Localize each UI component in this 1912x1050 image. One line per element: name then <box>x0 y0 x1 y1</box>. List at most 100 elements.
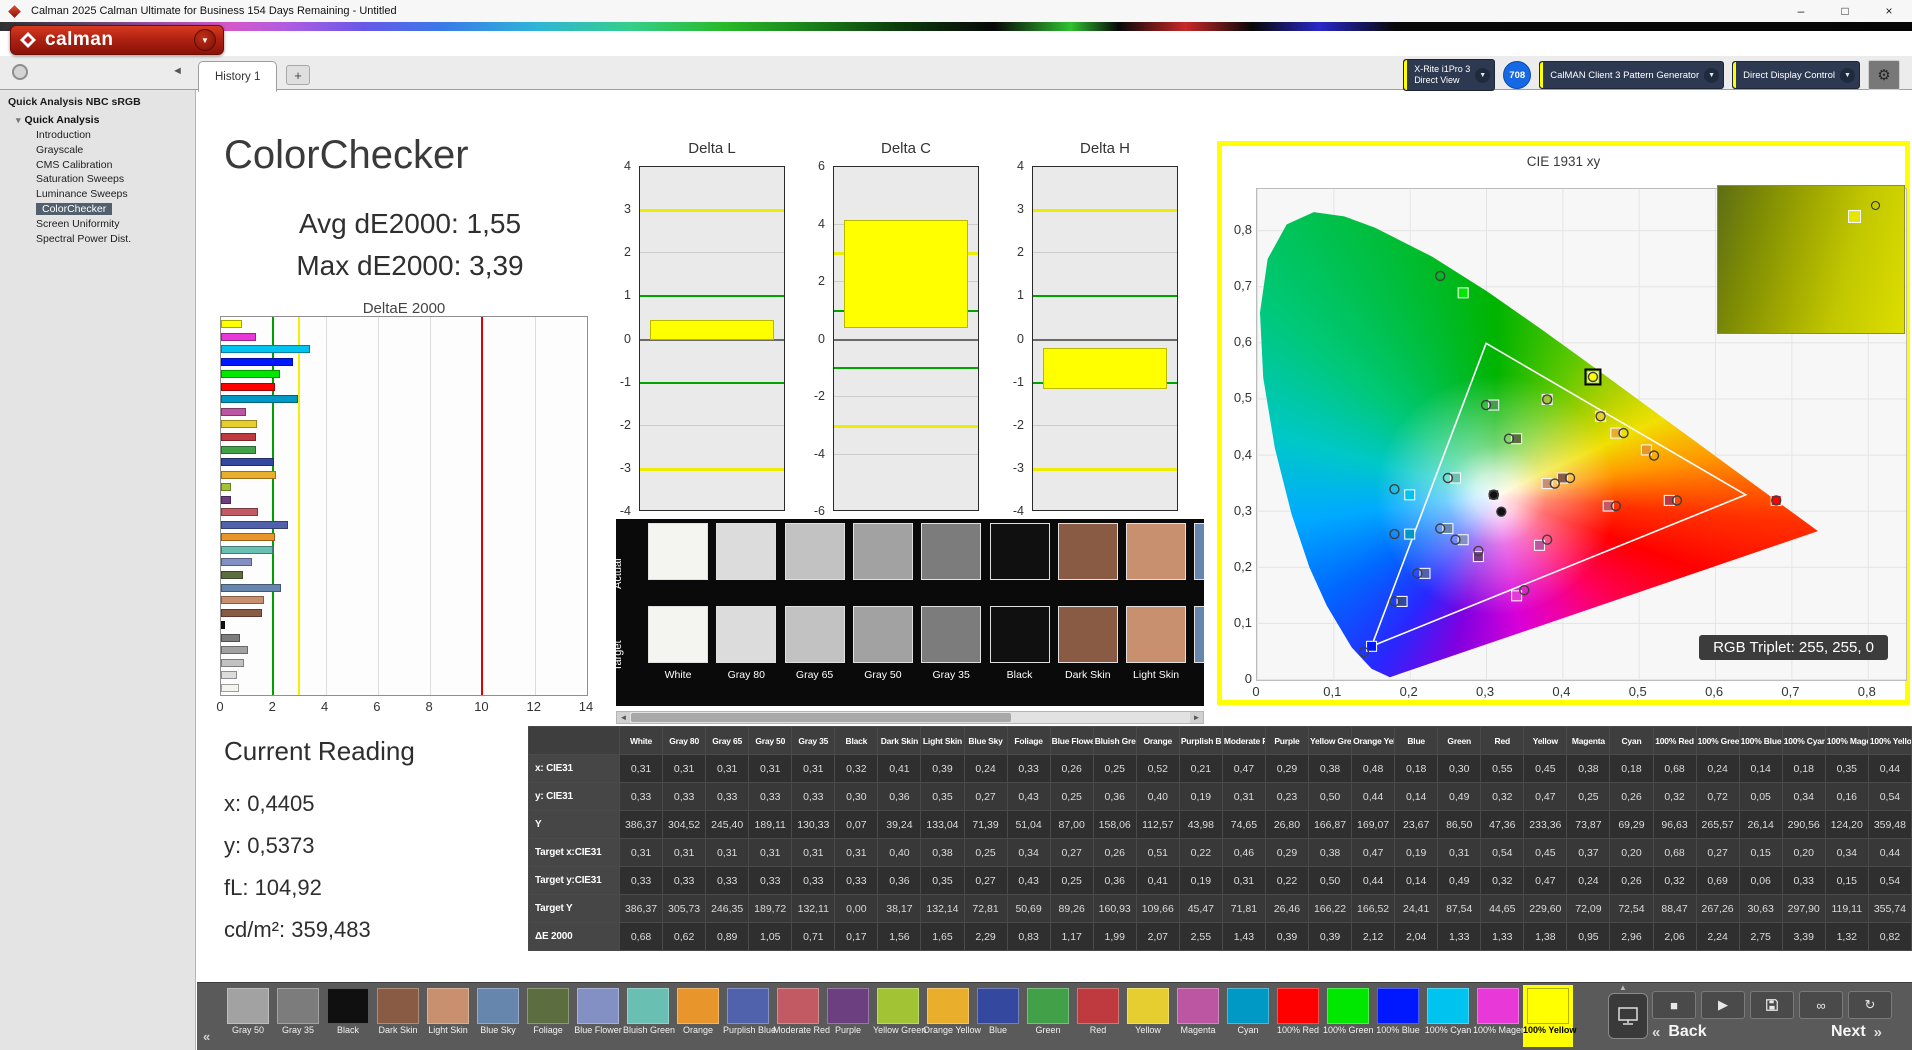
sidebar-item-saturation-sweeps[interactable]: Saturation Sweeps <box>16 172 195 187</box>
table-cell: 304,52 <box>662 810 707 839</box>
minimize-button[interactable]: – <box>1792 4 1810 18</box>
sidebar-item-introduction[interactable]: Introduction <box>16 128 195 143</box>
patch-button-dark-skin[interactable]: Dark Skin <box>373 985 423 1047</box>
patch-button-magenta[interactable]: Magenta <box>1173 985 1223 1047</box>
sidebar-item-label: Spectral Power Dist. <box>36 232 132 245</box>
delta-chart-title: Delta H <box>1079 140 1131 157</box>
patch-scroll-left-icon[interactable]: « <box>203 1029 210 1044</box>
patch-button-100-green[interactable]: 100% Green <box>1323 985 1374 1047</box>
patch-button-moderate-red[interactable]: Moderate Red <box>773 985 830 1047</box>
sidebar-item-colorchecker[interactable]: ColorChecker <box>16 202 195 217</box>
patch-button-purple[interactable]: Purple <box>823 985 873 1047</box>
scroll-left-icon[interactable]: ◄ <box>617 712 630 723</box>
scrollbar-thumb[interactable] <box>631 713 1011 722</box>
gridline <box>834 338 978 341</box>
display-control-dropdown[interactable]: Direct Display Control ▼ <box>1732 61 1860 89</box>
meter-sync-badge[interactable]: 708 <box>1503 61 1532 89</box>
patch-button-light-skin[interactable]: Light Skin <box>423 985 473 1047</box>
swatch-scrollbar[interactable]: ◄ ► <box>616 711 1204 724</box>
patch-button-orange[interactable]: Orange <box>673 985 723 1047</box>
patch-button-100-cyan[interactable]: 100% Cyan <box>1423 985 1473 1047</box>
gridline <box>834 424 978 428</box>
patch-button-orange-yellow[interactable]: Orange Yellow <box>923 985 981 1047</box>
axis-tick-label: 6 <box>373 699 381 714</box>
table-cell: 71,39 <box>963 810 1008 839</box>
patch-button-blue-sky[interactable]: Blue Sky <box>473 985 523 1047</box>
gridline <box>640 467 784 471</box>
table-cell: 72,81 <box>963 894 1008 923</box>
settings-gear-button[interactable]: ⚙ <box>1868 60 1900 90</box>
actual-row-label: Actual <box>616 558 624 589</box>
table-cell: 0,18 <box>1394 754 1439 783</box>
patch-button-cyan[interactable]: Cyan <box>1223 985 1273 1047</box>
loop-button[interactable]: ∞ <box>1799 991 1843 1019</box>
save-button[interactable] <box>1750 991 1794 1019</box>
table-cell: 0,89 <box>705 922 750 951</box>
patch-button-100-yellow[interactable]: 100% Yellow <box>1523 985 1576 1047</box>
table-cell: 0,39 <box>1264 922 1310 951</box>
delta-axis-labels: 6 4 2 0 -2 -4 -6 <box>801 159 829 518</box>
patch-button-bluish-green[interactable]: Bluish Green <box>623 985 675 1047</box>
next-button[interactable]: Next » <box>1831 1023 1882 1041</box>
workflow-home-icon[interactable] <box>12 64 28 80</box>
chevron-down-icon[interactable]: ▼ <box>1475 67 1491 83</box>
patch-button-100-red[interactable]: 100% Red <box>1273 985 1323 1047</box>
gridline <box>834 396 978 397</box>
sidebar-item-spectral-power-dist-[interactable]: Spectral Power Dist. <box>16 232 195 247</box>
patch-button-yellow-green[interactable]: Yellow Green <box>873 985 926 1047</box>
back-button[interactable]: « Back <box>1652 1023 1707 1041</box>
tab-history-1[interactable]: History 1 <box>198 61 278 92</box>
patch-button-100-blue[interactable]: 100% Blue <box>1373 985 1423 1047</box>
add-tab-button[interactable]: + <box>286 65 310 85</box>
patch-button-label: Light Skin <box>428 1025 468 1035</box>
patch-button-foliage[interactable]: Foliage <box>523 985 573 1047</box>
table-cell: 0,25 <box>1049 866 1094 895</box>
scroll-right-icon[interactable]: ► <box>1190 712 1203 723</box>
close-button[interactable]: × <box>1880 4 1898 18</box>
display-window-button[interactable] <box>1608 993 1648 1039</box>
sidebar-item-cms-calibration[interactable]: CMS Calibration <box>16 158 195 173</box>
stop-button[interactable]: ■ <box>1652 991 1696 1019</box>
delta-chart-title: Delta L <box>688 140 736 157</box>
table-cell: 0,35 <box>920 782 965 811</box>
measured-point-black <box>1496 506 1507 517</box>
chevron-down-icon[interactable]: ▼ <box>1840 67 1855 83</box>
axis-tick-label: 0,8 <box>1857 684 1876 699</box>
axis-tick-label: 0,2 <box>1399 684 1418 699</box>
patch-button-purplish-blue[interactable]: Purplish Blue <box>723 985 776 1047</box>
table-cell: 0,31 <box>1221 782 1266 811</box>
patch-button-label: 100% Cyan <box>1424 1025 1472 1035</box>
gridline <box>640 295 784 298</box>
patch-button-yellow[interactable]: Yellow <box>1123 985 1173 1047</box>
play-button[interactable]: ▶ <box>1701 991 1745 1019</box>
sidebar-collapse-icon[interactable]: ◄ <box>172 65 183 77</box>
patch-button-green[interactable]: Green <box>1023 985 1073 1047</box>
refresh-button[interactable]: ↻ <box>1848 991 1892 1019</box>
panel-expand-icon[interactable]: ▲ <box>1619 983 1627 992</box>
table-cell: 290,56 <box>1781 810 1826 839</box>
pattern-generator-dropdown[interactable]: CalMAN Client 3 Pattern Generator ▼ <box>1539 61 1725 89</box>
patch-button-gray-50[interactable]: Gray 50 <box>223 985 273 1047</box>
patch-button-black[interactable]: Black <box>323 985 373 1047</box>
logo-dropdown-icon[interactable]: ▼ <box>194 29 216 51</box>
patch-button-100-magenta[interactable]: 100% Magenta <box>1473 985 1534 1047</box>
de2000-chart-title: DeltaE 2000 <box>362 300 446 317</box>
sidebar-item-quick-analysis[interactable]: ▾ Quick Analysis <box>16 113 195 128</box>
sidebar-item-label: CMS Calibration <box>36 158 113 171</box>
sidebar-item-screen-uniformity[interactable]: Screen Uniformity <box>16 217 195 232</box>
patch-button-gray-35[interactable]: Gray 35 <box>273 985 323 1047</box>
chevron-down-icon[interactable]: ▼ <box>1704 67 1720 83</box>
patch-button-blue[interactable]: Blue <box>973 985 1023 1047</box>
patch-button-blue-flower[interactable]: Blue Flower <box>573 985 623 1047</box>
axis-tick-label: -6 <box>813 504 825 518</box>
sidebar-item-luminance-sweeps[interactable]: Luminance Sweeps <box>16 187 195 202</box>
tree-expand-icon[interactable]: ▾ <box>16 115 21 125</box>
patch-button-label: 100% Magenta <box>1473 1025 1534 1035</box>
patch-button-red[interactable]: Red <box>1073 985 1123 1047</box>
maximize-button[interactable]: □ <box>1836 4 1854 18</box>
sidebar-item-grayscale[interactable]: Grayscale <box>16 143 195 158</box>
calman-logo-menu[interactable]: calman ▼ <box>10 25 224 55</box>
meter-dropdown[interactable]: X-Rite i1Pro 3 Direct View ▼ <box>1403 59 1496 91</box>
table-cell: 0,34 <box>1824 838 1869 867</box>
table-cell: 0,14 <box>1394 782 1439 811</box>
